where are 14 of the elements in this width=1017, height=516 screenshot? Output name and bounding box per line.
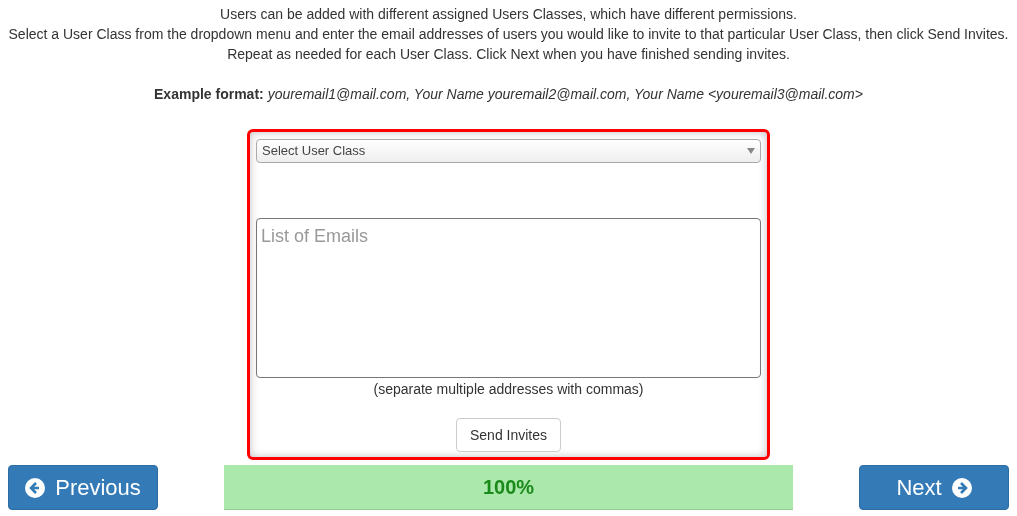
progress-reading: 100%: [481, 475, 536, 500]
next-button[interactable]: Next: [859, 465, 1009, 510]
instruction-text: Select a User Class from the dropdown menu and enter the email addresses of users you would like to invite to that particular User Class, then click Send Invites.: [8, 25, 1009, 44]
instruction-text: Users can be added with different assigned Users Classes, which have different permissions.: [220, 5, 797, 24]
emails-field[interactable]: List of Emails: [256, 218, 761, 378]
user-class-dropdown[interactable]: Select User Class: [256, 139, 761, 163]
instruction-text: Repeat as needed for each User Class. Click Next when you have finished sending invites.: [227, 45, 790, 64]
example-text: Example format: youremail1@mail.com, Your Name youremail2@mail.com, Your Name <youremail3@mail.com>: [154, 85, 863, 104]
send-invites-button[interactable]: Send Invites: [455, 418, 562, 452]
caret-icon: [747, 148, 755, 154]
hint-text: (separate multiple addresses with commas): [373, 380, 644, 399]
arrow-left-icon: [25, 477, 46, 498]
arrow-right-icon: [951, 477, 972, 498]
previous-button[interactable]: Previous: [8, 465, 158, 510]
